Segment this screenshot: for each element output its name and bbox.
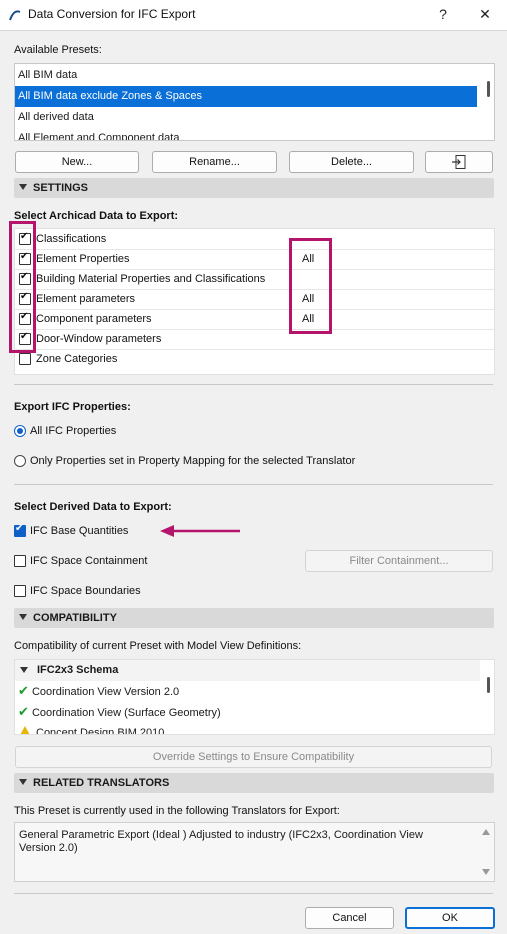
- annotation-arrow-icon: [160, 525, 240, 537]
- mvd-item[interactable]: Concept Design BIM 2010: [15, 723, 165, 735]
- schema-label: IFC2x3 Schema: [37, 664, 119, 676]
- title-bar: Data Conversion for IFC Export ? ✕: [0, 0, 507, 31]
- close-button[interactable]: ✕: [474, 4, 496, 24]
- rename-preset-button[interactable]: Rename...: [152, 151, 277, 173]
- mapped-properties-radio[interactable]: [14, 455, 26, 467]
- presets-label: Available Presets:: [14, 44, 102, 56]
- presets-list[interactable]: All BIM data All BIM data exclude Zones …: [14, 63, 495, 141]
- import-preset-button[interactable]: [425, 151, 493, 173]
- collapse-triangle-icon: [19, 614, 27, 620]
- expand-triangle-icon: [20, 667, 28, 674]
- translators-textbox[interactable]: General Parametric Export (Ideal ) Adjus…: [14, 822, 495, 882]
- settings-section-header[interactable]: SETTINGS: [14, 178, 494, 198]
- space-boundaries-checkbox[interactable]: [14, 585, 26, 597]
- preset-item[interactable]: All Element and Component data: [15, 128, 480, 140]
- import-icon: [452, 155, 466, 169]
- derived-data-label: Select Derived Data to Export:: [14, 501, 172, 513]
- translators-description: This Preset is currently used in the fol…: [14, 805, 340, 817]
- all-ifc-properties-label: All IFC Properties: [30, 425, 117, 437]
- mvd-scrollbar[interactable]: [487, 677, 490, 693]
- scroll-up-icon[interactable]: [482, 829, 490, 835]
- classifications-label: Classifications: [36, 233, 107, 245]
- mvd-item-label: Coordination View Version 2.0: [31, 686, 180, 698]
- help-button[interactable]: ?: [432, 4, 454, 24]
- translators-section-header[interactable]: RELATED TRANSLATORS: [14, 773, 494, 793]
- preset-item[interactable]: All derived data: [15, 107, 480, 128]
- archicad-logo-icon: [9, 10, 21, 21]
- schema-row[interactable]: IFC2x3 Schema: [15, 660, 480, 681]
- warning-icon: [19, 726, 31, 734]
- divider: [14, 384, 493, 385]
- divider: [14, 893, 493, 894]
- door-window-label: Door-Window parameters: [36, 333, 162, 345]
- mvd-item-label: Coordination View (Surface Geometry): [31, 707, 221, 719]
- preset-item[interactable]: All BIM data: [15, 65, 480, 86]
- translators-text: General Parametric Export (Ideal ) Adjus…: [19, 829, 423, 854]
- mvd-item[interactable]: ✔ Coordination View Version 2.0: [15, 681, 179, 702]
- collapse-triangle-icon: [19, 779, 27, 785]
- base-quantities-checkbox[interactable]: [14, 523, 26, 537]
- cancel-button[interactable]: Cancel: [305, 907, 394, 929]
- mvd-item[interactable]: ✔ Coordination View (Surface Geometry): [15, 702, 221, 723]
- value-highlight-box: [289, 238, 332, 334]
- settings-header-label: SETTINGS: [33, 182, 89, 194]
- compatibility-section-header[interactable]: COMPATIBILITY: [14, 608, 494, 628]
- mvd-item-label: Concept Design BIM 2010: [36, 727, 165, 735]
- check-ok-icon: ✔: [18, 705, 29, 720]
- ok-button[interactable]: OK: [405, 907, 495, 929]
- element-properties-label: Element Properties: [36, 253, 130, 265]
- check-ok-icon: ✔: [18, 684, 29, 699]
- mvd-tree[interactable]: IFC2x3 Schema ✔ Coordination View Versio…: [14, 659, 495, 735]
- zone-categories-checkbox[interactable]: [19, 353, 31, 365]
- collapse-triangle-icon: [19, 184, 27, 190]
- space-containment-label: IFC Space Containment: [30, 555, 148, 567]
- element-parameters-label: Element parameters: [36, 293, 136, 305]
- divider: [14, 484, 493, 485]
- base-quantities-label: IFC Base Quantities: [30, 525, 129, 537]
- filter-containment-button[interactable]: Filter Containment...: [305, 550, 493, 572]
- mapped-properties-label: Only Properties set in Property Mapping …: [30, 455, 356, 467]
- scroll-down-icon[interactable]: [482, 869, 490, 875]
- space-containment-checkbox[interactable]: [14, 555, 26, 567]
- space-boundaries-label: IFC Space Boundaries: [30, 585, 141, 597]
- ifc-properties-label: Export IFC Properties:: [14, 401, 131, 413]
- presets-scrollbar[interactable]: [487, 81, 490, 97]
- window-title: Data Conversion for IFC Export: [28, 7, 196, 21]
- compatibility-header-label: COMPATIBILITY: [33, 612, 117, 624]
- new-preset-button[interactable]: New...: [15, 151, 139, 173]
- zone-categories-label: Zone Categories: [36, 353, 118, 365]
- override-settings-button[interactable]: Override Settings to Ensure Compatibilit…: [15, 746, 492, 768]
- compatibility-description: Compatibility of current Preset with Mod…: [14, 640, 302, 652]
- translators-header-label: RELATED TRANSLATORS: [33, 777, 170, 789]
- delete-preset-button[interactable]: Delete...: [289, 151, 414, 173]
- all-ifc-properties-radio[interactable]: [14, 425, 26, 437]
- building-material-label: Building Material Properties and Classif…: [36, 273, 266, 285]
- checkbox-highlight-box: [9, 221, 36, 353]
- preset-item-selected[interactable]: All BIM data exclude Zones & Spaces: [15, 86, 477, 107]
- archicad-data-label: Select Archicad Data to Export:: [14, 210, 179, 222]
- component-parameters-label: Component parameters: [36, 313, 152, 325]
